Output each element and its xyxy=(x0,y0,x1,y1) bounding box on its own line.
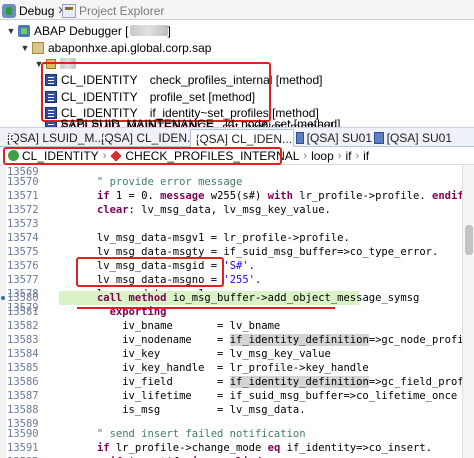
transaction-icon xyxy=(374,132,384,144)
tab-cl-identity-active[interactable]: [QSA] CL_IDEN... ✕ xyxy=(190,129,304,148)
line-number: 13586 xyxy=(7,376,39,388)
code-text: call method io_msg_buffer->add_object_me… xyxy=(96,292,420,304)
transaction-icon xyxy=(296,132,304,144)
code-text: clear: lv_msg_data, lv_msg_key_value. xyxy=(96,204,331,216)
tree-item-host[interactable]: ▼ abaponhxe.api.global.corp.sap xyxy=(20,39,212,56)
tab-label: [QSA] LSUID_M... xyxy=(7,131,105,145)
line-number: 13585 xyxy=(7,362,39,374)
line-number: 13581 xyxy=(7,306,39,318)
line-number: 13580 xyxy=(7,292,39,304)
highlight-box xyxy=(41,62,271,122)
code-text: " send insert failed notification xyxy=(59,428,306,440)
code-line-current: 13580 call method io_msg_buffer->add_obj… xyxy=(0,291,462,305)
code-line: 13575 lv_msg_data-msgty = if_suid_msg_bu… xyxy=(0,245,462,259)
tab-label: [QSA] SU01 xyxy=(306,131,372,145)
redacted-text xyxy=(129,25,168,36)
breadcrumb-item[interactable]: loop xyxy=(311,149,334,163)
tab-cl-identity-1[interactable]: [QSA] CL_IDEN... xyxy=(96,129,197,147)
code-text: iv_bname = lv_bname xyxy=(59,320,281,332)
chevron-right-icon: › xyxy=(337,149,342,162)
scrollbar-thumb[interactable] xyxy=(465,225,473,255)
chevron-right-icon: › xyxy=(355,149,360,162)
line-number: 13590 xyxy=(7,428,39,440)
line-number: 13583 xyxy=(7,334,39,346)
code-text: iv_field = if_identity_definition=>gc_fi… xyxy=(59,376,474,388)
line-number: 13582 xyxy=(7,320,39,332)
code-line: 13587 iv_lifetime = if_suid_msg_buffer=>… xyxy=(0,389,462,403)
project-explorer-icon xyxy=(62,3,76,18)
debugger-label: ABAP Debugger [ xyxy=(34,23,129,38)
tab-label: [QSA] CL_IDEN... xyxy=(101,131,198,145)
debug-icon xyxy=(2,3,16,18)
tab-debug-label: Debug xyxy=(19,3,55,18)
line-number: 13575 xyxy=(7,246,39,258)
debug-tree: ▼ ABAP Debugger [ ] ▼ abaponhxe.api.glob… xyxy=(0,20,474,134)
code-line: 13570 " provide error message xyxy=(0,175,462,189)
line-number: 13584 xyxy=(7,348,39,360)
tab-label: [QSA] CL_IDEN... xyxy=(196,132,293,146)
code-line: 13573 xyxy=(0,217,462,231)
code-line: 13583 iv_nodename = if_identity_definiti… xyxy=(0,333,474,347)
expand-icon[interactable]: ▼ xyxy=(20,43,30,53)
line-number: 13587 xyxy=(7,390,39,402)
abap-debugger-icon xyxy=(18,24,30,37)
code-text: is_msg = lv_msg_data. xyxy=(59,404,306,416)
tab-su01-2[interactable]: [QSA] SU01 xyxy=(372,129,452,147)
tab-label: [QSA] SU01 xyxy=(386,131,452,145)
line-number: 13573 xyxy=(7,218,39,230)
highlight-box xyxy=(76,257,224,287)
code-line: 13585 iv_key_handle = lr_profile->key_ha… xyxy=(0,361,462,375)
line-number: 13577 xyxy=(7,274,39,286)
line-number: 13571 xyxy=(7,190,39,202)
tab-debug[interactable]: Debug ✕ xyxy=(2,2,67,19)
code-line: 13581 exporting xyxy=(0,305,462,319)
code-line: 13582 iv_bname = lv_bname xyxy=(0,319,462,333)
code-editor[interactable]: 13569 13570 " provide error message 1357… xyxy=(0,165,474,458)
line-number: 13591 xyxy=(7,442,39,454)
view-tab-bar: Debug ✕ Project Explorer xyxy=(0,0,474,20)
breakpoint-icon[interactable] xyxy=(1,296,5,300)
code-text: exporting xyxy=(109,306,167,318)
code-text: iv_key_handle = lr_profile->key_handle xyxy=(59,362,369,374)
code-line: 13577 lv_msg_data-msgno = '255'. xyxy=(0,273,462,287)
code-line: 13572 clear: lv_msg_data, lv_msg_key_val… xyxy=(0,203,462,217)
host-label: abaponhxe.api.global.corp.sap xyxy=(48,40,212,55)
code-line: 13588 is_msg = lv_msg_data. xyxy=(0,403,462,417)
chevron-right-icon: › xyxy=(303,149,308,162)
code-text: iv_lifetime = if_suid_msg_buffer=>co_lif… xyxy=(59,390,458,402)
editor-tab-bar: [QSA] LSUID_M... [QSA] CL_IDEN... [QSA] … xyxy=(0,127,474,148)
code-line: 13574 lv_msg_data-msgv1 = lr_profile->pr… xyxy=(0,231,462,245)
bracket-close: ] xyxy=(167,23,171,38)
tree-item-debugger[interactable]: ▼ ABAP Debugger [ ] xyxy=(6,22,171,39)
code-text: if lr_profile->change_mode eq if_identit… xyxy=(96,442,433,454)
breadcrumb-item[interactable]: if xyxy=(345,149,351,163)
code-text: lv_msg_data-msgv1 = lr_profile->profile. xyxy=(59,232,350,244)
tab-project-explorer[interactable]: Project Explorer xyxy=(62,2,164,19)
code-text: iv_nodename = if_identity_definition=>gc… xyxy=(59,334,474,346)
code-line: 13584 iv_key = lv_msg_key_value xyxy=(0,347,462,361)
eclipse-window: Debug ✕ Project Explorer ▼ ABAP Debugger… xyxy=(0,0,474,458)
code-line: 13586 iv_field = if_identity_definition=… xyxy=(0,375,474,389)
server-icon xyxy=(32,41,44,54)
code-line: 13576 lv_msg_data-msgid = 'S#'. xyxy=(0,259,462,273)
code-line: 13571 if 1 = 0. message w255(s#) with lr… xyxy=(0,189,470,203)
breadcrumb-item[interactable]: if xyxy=(363,149,369,163)
line-number: 13574 xyxy=(7,232,39,244)
code-text: if 1 = 0. message w255(s#) with lr_profi… xyxy=(96,190,470,202)
line-number: 13572 xyxy=(7,204,39,216)
code-line: 13590 " send insert failed notification xyxy=(0,427,462,441)
breadcrumb: CL_IDENTITY › CHECK_PROFILES_INTERNAL › … xyxy=(0,147,474,165)
line-number: 13570 xyxy=(7,176,39,188)
tab-lsuid[interactable]: [QSA] LSUID_M... xyxy=(2,129,104,147)
vertical-scrollbar[interactable] xyxy=(462,165,474,458)
code-text: iv_key = lv_msg_key_value xyxy=(59,348,331,360)
line-number: 13588 xyxy=(7,404,39,416)
expand-icon[interactable]: ▼ xyxy=(6,26,16,36)
tab-project-explorer-label: Project Explorer xyxy=(79,3,165,18)
highlight-box xyxy=(3,147,282,165)
line-number: 13576 xyxy=(7,260,39,272)
tab-su01-1[interactable]: [QSA] SU01 xyxy=(294,129,372,147)
code-line: 13591 if lr_profile->change_mode eq if_i… xyxy=(0,441,462,455)
code-text: " provide error message xyxy=(59,176,243,188)
